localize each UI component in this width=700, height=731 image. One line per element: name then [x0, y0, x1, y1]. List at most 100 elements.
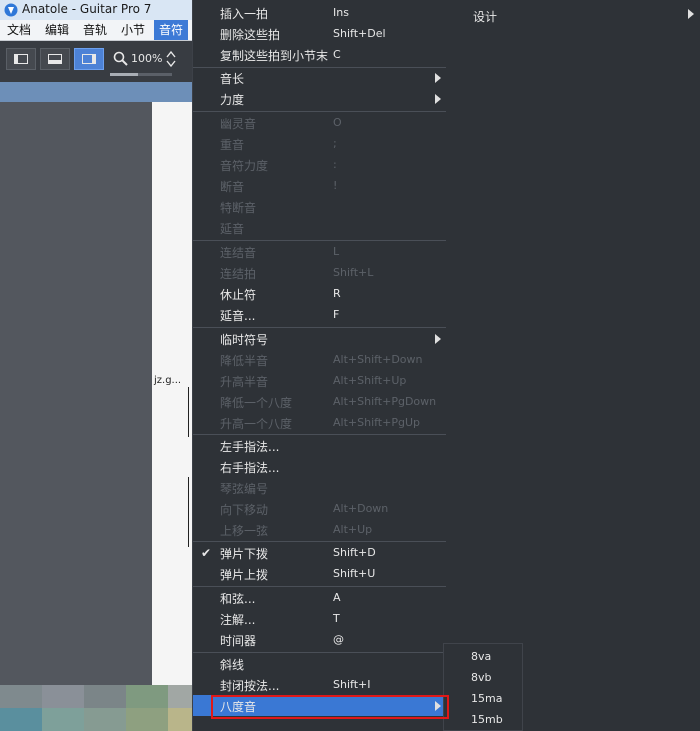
menu-item-label: 降低一个八度 — [220, 396, 293, 410]
score-text-fragment: jz.g... — [154, 375, 182, 386]
menu-item-label: 特断音 — [220, 201, 257, 215]
menu-item-barre[interactable]: 封闭按法... Shift+I — [193, 674, 447, 695]
menu-item-string-number: 琴弦编号 — [193, 477, 447, 498]
menu-item-accidentals[interactable]: 临时符号 — [193, 328, 447, 349]
menu-item-lower-semitone: 降低半音 Alt+Shift+Down — [193, 349, 447, 370]
menu-item-delete-beats[interactable]: 删除这些拍 Shift+Del — [193, 23, 447, 44]
menu-item-shortcut: O — [333, 116, 342, 129]
menu-item-pick-stroke-up[interactable]: 弹片上拨 Shift+U — [193, 563, 447, 584]
menu-item-label: 延音... — [220, 309, 256, 323]
menu-item-label: 力度 — [220, 93, 245, 107]
menu-item-duration[interactable]: 音长 — [193, 67, 447, 88]
toolbar: 100% — [0, 41, 192, 83]
menu-item-label: 右手指法... — [220, 461, 280, 475]
menu-item-tied-beat: 连结拍 Shift+L — [193, 262, 447, 283]
submenu-arrow-icon — [435, 334, 441, 344]
menu-note[interactable]: 音符 — [154, 20, 189, 40]
menu-item-accent: 重音; — [193, 133, 447, 154]
note-dropdown-menu: 插入一拍 Ins 删除这些拍 Shift+Del 复制这些拍到小节末 C 音长 力度 幽灵音 O 重… — [192, 0, 448, 731]
menu-item-label: 升高一个八度 — [220, 417, 293, 431]
menu-item-label: 音符力度 — [220, 159, 269, 173]
menu-item-shortcut: A — [333, 591, 341, 604]
menu-item-label: 琴弦编号 — [220, 482, 269, 496]
menu-bar: 文档 编辑 音轨 小节 音符 — [0, 20, 192, 41]
zoom-slider[interactable] — [110, 73, 172, 76]
panel-right-icon — [82, 54, 96, 64]
panel-left-icon — [14, 54, 28, 64]
panel-bottom-icon — [48, 54, 62, 64]
menu-item-shortcut: T — [333, 612, 340, 625]
menu-item-label: 连结音 — [220, 246, 257, 260]
octave-8va-item[interactable]: 8va — [444, 646, 524, 667]
menu-item-label: 断音 — [220, 180, 245, 194]
menu-item-staccatissimo: 特断音 — [193, 196, 447, 217]
menu-item-slash[interactable]: 斜线 — [193, 653, 447, 674]
menu-item-right-hand-fingering[interactable]: 右手指法... — [193, 456, 447, 477]
menu-item-rest[interactable]: 休止符 R — [193, 283, 447, 304]
menu-item-shortcut: Shift+L — [333, 266, 374, 279]
menu-track[interactable]: 音轨 — [78, 20, 112, 40]
menu-item-shortcut: Alt+Shift+PgUp — [333, 416, 420, 429]
menu-item-left-hand-fingering[interactable]: 左手指法... — [193, 435, 447, 456]
menu-item-label: 和弦... — [220, 592, 256, 606]
layout-left-panel-button[interactable] — [6, 48, 36, 70]
menu-item-shortcut: Shift+U — [333, 567, 376, 580]
menu-item-label: 斜线 — [220, 658, 245, 672]
menu-item-shortcut: Alt+Up — [333, 523, 373, 536]
menu-item-note-velocity: 音符力度: — [193, 154, 447, 175]
menu-item-tied-note: 连结音 L — [193, 241, 447, 262]
octave-15ma-item[interactable]: 15ma — [444, 688, 524, 709]
obscured-taskbar-area — [0, 685, 192, 731]
window-title: Anatole - Guitar Pro 7 — [22, 2, 152, 16]
layout-right-panel-button[interactable] — [74, 48, 104, 70]
menu-item-dynamics[interactable]: 力度 — [193, 88, 447, 109]
design-menu-area: 设计 — [446, 0, 700, 731]
menu-item-lower-octave: 降低一个八度 Alt+Shift+PgDown — [193, 391, 447, 412]
menu-item-text-annotation[interactable]: 注解... T — [193, 608, 447, 629]
menu-item-label: 删除这些拍 — [220, 28, 281, 42]
staff-line — [188, 477, 189, 547]
menu-item-label: 休止符 — [220, 288, 257, 302]
menu-item-copy-beats-to-bar-end[interactable]: 复制这些拍到小节末 C — [193, 44, 447, 65]
menu-item-shortcut: R — [333, 287, 341, 300]
magnifier-icon[interactable] — [113, 51, 128, 66]
menu-item-label: 连结拍 — [220, 267, 257, 281]
menu-item-chord[interactable]: 和弦... A — [193, 587, 447, 608]
menu-bar-measure[interactable]: 小节 — [116, 20, 150, 40]
menu-item-label: 音长 — [220, 72, 245, 86]
menu-item-label: 插入一拍 — [220, 7, 269, 21]
design-menu-label[interactable]: 设计 — [473, 8, 497, 25]
menu-edit[interactable]: 编辑 — [40, 20, 74, 40]
score-page[interactable]: jz.g... — [152, 102, 192, 685]
menu-item-label: 上移一弦 — [220, 524, 269, 538]
octave-15mb-item[interactable]: 15mb — [444, 709, 524, 730]
menu-item-shortcut: Shift+I — [333, 678, 371, 691]
menu-item-fermata[interactable]: 延音... F — [193, 304, 447, 325]
menu-item-shortcut: ! — [333, 179, 338, 192]
octave-8va-label: 8va — [471, 650, 492, 663]
staff-line — [188, 387, 189, 437]
submenu-arrow-icon — [688, 9, 694, 19]
submenu-arrow-icon — [435, 73, 441, 83]
zoom-stepper-icon[interactable] — [166, 50, 176, 68]
menu-item-shortcut: : — [333, 158, 337, 171]
menu-item-label: 封闭按法... — [220, 679, 280, 693]
menu-item-label: 左手指法... — [220, 440, 280, 454]
menu-item-shortcut: Alt+Down — [333, 502, 389, 515]
menu-item-ghost-note: 幽灵音 O — [193, 112, 447, 133]
menu-item-shortcut: Shift+Del — [333, 27, 386, 40]
menu-item-tenuto: 延音 — [193, 217, 447, 238]
layout-bottom-panel-button[interactable] — [40, 48, 70, 70]
zoom-level[interactable]: 100% — [131, 52, 162, 65]
menu-item-pick-stroke-down[interactable]: ✔ 弹片下拨 Shift+D — [193, 542, 447, 563]
menu-item-timer[interactable]: 时间器 @ — [193, 629, 447, 650]
menu-file[interactable]: 文档 — [2, 20, 36, 40]
title-bar: Anatole - Guitar Pro 7 — [0, 0, 192, 21]
menu-item-label: 重音 — [220, 138, 245, 152]
menu-item-insert-beat[interactable]: 插入一拍 Ins — [193, 2, 447, 23]
submenu-arrow-icon — [435, 94, 441, 104]
octave-8vb-item[interactable]: 8vb — [444, 667, 524, 688]
guitar-pro-app-icon — [4, 3, 18, 17]
menu-item-shortcut: C — [333, 48, 341, 61]
menu-item-label: 向下移动 — [220, 503, 269, 517]
